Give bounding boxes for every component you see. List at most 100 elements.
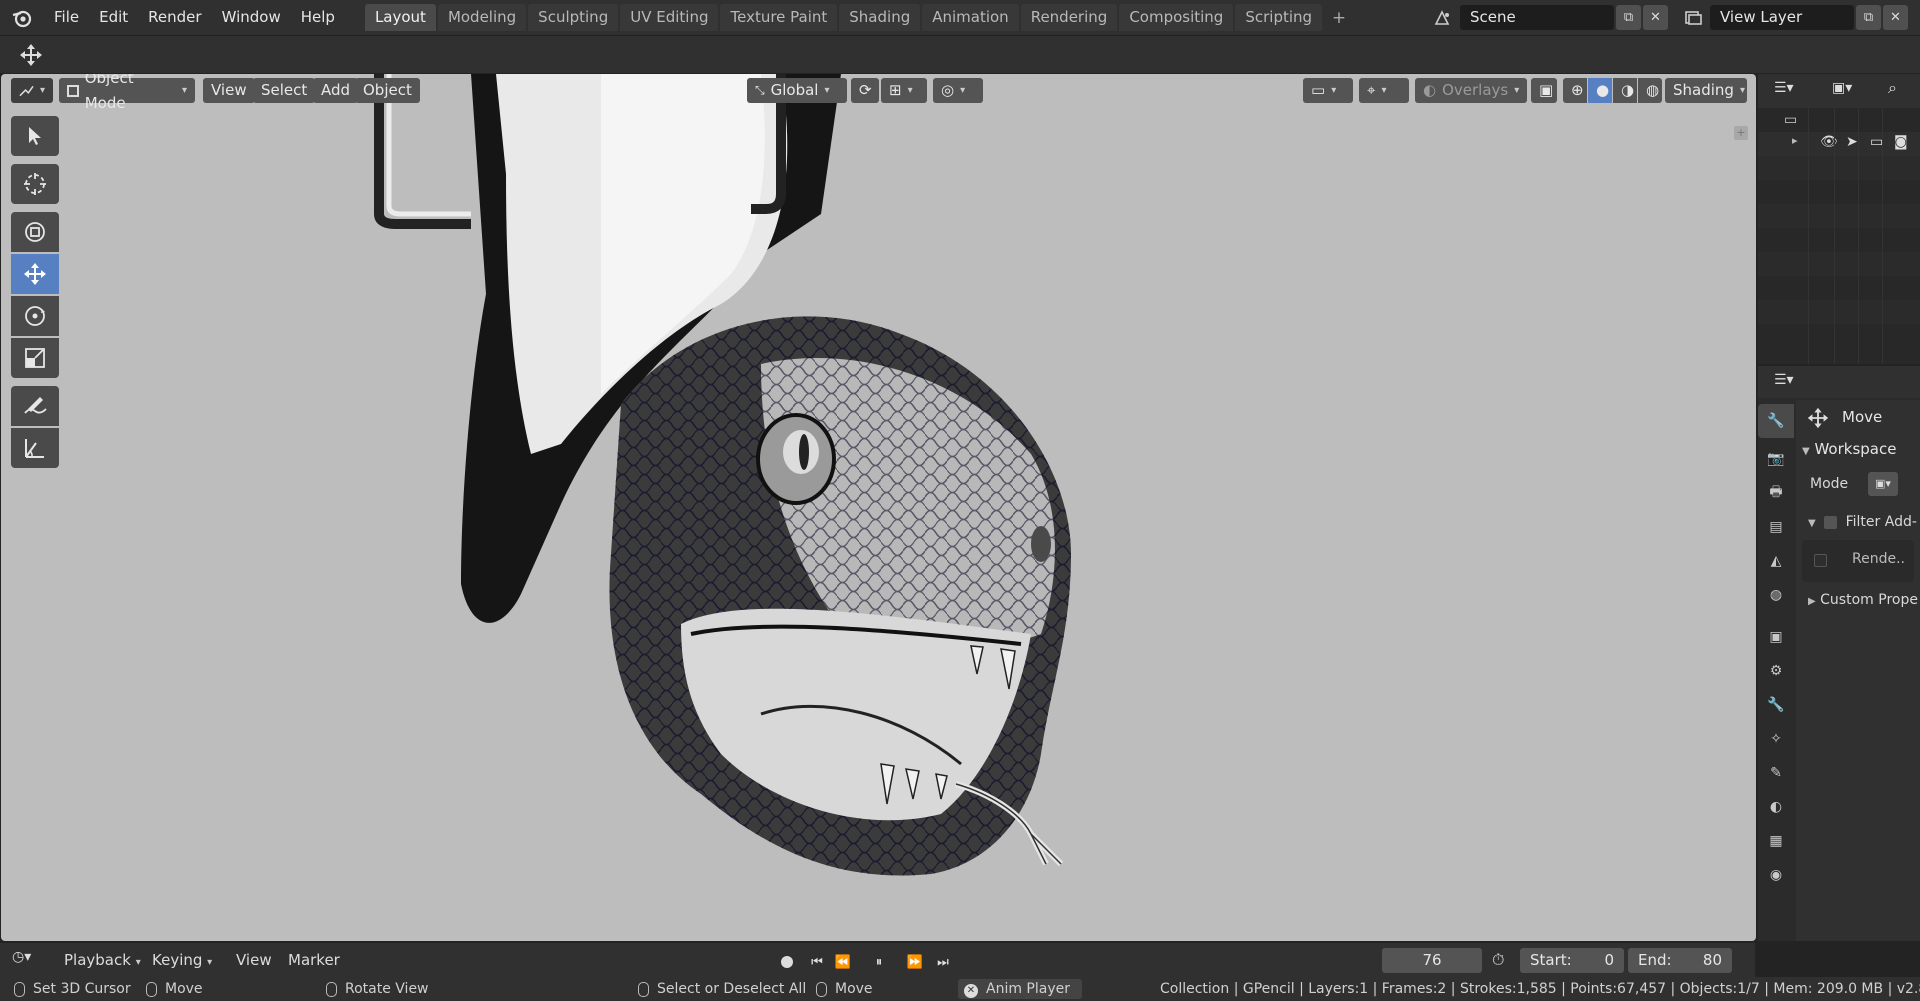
tab-uv-editing[interactable]: UV Editing [620, 4, 719, 31]
overlays-dropdown[interactable]: ◐ Overlays ▾ [1415, 78, 1527, 103]
tab-scripting[interactable]: Scripting [1235, 4, 1323, 31]
start-frame-field[interactable]: Start: 0 [1520, 948, 1624, 973]
copy-view-layer-icon[interactable]: ⧉ [1856, 5, 1881, 30]
record-icon[interactable] [776, 951, 798, 973]
shading-dropdown[interactable]: Shading ▾ [1665, 78, 1747, 103]
gizmo-icon[interactable]: ⌖ ▾ [1359, 78, 1409, 103]
workspace-panel-header[interactable]: ▼ Workspace [1802, 440, 1896, 458]
filter-icon[interactable]: ▣▾ [1832, 80, 1852, 96]
playback-menu[interactable]: Playback ▾ [64, 943, 141, 977]
render-checkbox[interactable] [1814, 554, 1827, 567]
end-frame-field[interactable]: End: 80 [1628, 948, 1732, 973]
jump-start-icon[interactable]: ⏮ [806, 951, 828, 973]
snap-icon[interactable]: ⊞ ▾ [881, 78, 927, 103]
tab-rendering[interactable]: Rendering [1020, 4, 1118, 31]
custom-props-panel-header[interactable]: ▶ Custom Prope [1808, 592, 1918, 608]
move-tool-button[interactable] [11, 254, 59, 294]
menu-render[interactable]: Render [138, 0, 211, 35]
camera-icon[interactable]: ◙ [1894, 134, 1908, 150]
jump-keyframe-forward-icon[interactable]: ⏩ [904, 951, 926, 973]
menu-file[interactable]: File [44, 0, 89, 35]
blender-logo-icon[interactable] [0, 0, 44, 35]
select-arrow-icon[interactable]: ➤ [1846, 134, 1858, 150]
cursor-tool-icon[interactable] [11, 164, 59, 204]
scene-tab-icon[interactable]: ◭ [1758, 544, 1794, 578]
expand-arrow-icon[interactable]: ▸ [1792, 134, 1798, 147]
pause-icon[interactable]: ⏸ [868, 951, 890, 973]
scene-name-field[interactable]: Scene [1460, 5, 1614, 30]
mode-dropdown[interactable]: Object Mode ▾ [59, 74, 195, 112]
select-tool-icon[interactable] [11, 116, 59, 156]
texture-tab-icon[interactable]: ▦ [1758, 824, 1794, 858]
marker-menu[interactable]: Marker [288, 943, 340, 977]
properties-editor-icon[interactable]: ☰▾ [1774, 372, 1794, 388]
close-view-layer-icon[interactable]: ✕ [1883, 5, 1908, 30]
move-tool-icon[interactable] [16, 42, 46, 68]
filter-addons-row[interactable]: ▼ Filter Add- [1808, 514, 1917, 530]
filter-checkbox[interactable] [1824, 515, 1838, 529]
tab-compositing[interactable]: Compositing [1119, 4, 1234, 31]
render-tab-icon[interactable]: 📷 [1758, 442, 1794, 476]
jump-keyframe-back-icon[interactable]: ⏪ [832, 951, 854, 973]
keying-menu[interactable]: Keying ▾ [152, 943, 212, 977]
view-layer-icon[interactable] [1676, 5, 1710, 30]
search-icon[interactable]: ⌕ [1888, 78, 1897, 98]
outliner-row-collection[interactable]: ▸ 👁 ➤ ▭ ◙ [1758, 132, 1920, 156]
viewport-menu-add[interactable]: Add [313, 78, 359, 103]
tab-layout[interactable]: Layout [364, 4, 436, 31]
constraints-tab-icon[interactable]: ⚙ [1758, 654, 1794, 688]
view-layer-field[interactable]: View Layer [1710, 5, 1854, 30]
editor-type-icon[interactable]: ▾ [11, 78, 53, 103]
rotate-tool-icon[interactable] [11, 296, 59, 336]
pivot-icon[interactable]: ⟳ [851, 78, 879, 103]
copy-scene-icon[interactable]: ⧉ [1616, 5, 1641, 30]
viewport-menu-object[interactable]: Object [355, 78, 420, 103]
current-frame-field[interactable]: 76 [1382, 948, 1482, 973]
viewport-menu-view[interactable]: View [203, 78, 255, 103]
transform-tool-icon[interactable] [11, 212, 59, 252]
physics-tab-icon[interactable]: ✎ [1758, 756, 1794, 790]
material-tab-icon[interactable]: ◐ [1758, 790, 1794, 824]
menu-edit[interactable]: Edit [89, 0, 138, 35]
tool-tab-icon[interactable]: 🔧 [1758, 404, 1794, 438]
tab-texture-paint[interactable]: Texture Paint [720, 4, 838, 31]
display-mode-icon[interactable]: ☰▾ [1774, 80, 1794, 96]
stopwatch-icon[interactable]: ⏱ [1492, 950, 1504, 970]
menu-window[interactable]: Window [212, 0, 291, 35]
tab-animation[interactable]: Animation [922, 4, 1019, 31]
sidebar-toggle-icon[interactable]: + [1734, 126, 1748, 140]
rendered-shading-icon[interactable]: ◍ [1638, 78, 1662, 103]
3d-viewport[interactable]: ▾ Object Mode ▾ View Select Add Object ⤡ … [1, 74, 1756, 941]
jump-end-icon[interactable]: ⏭ [932, 951, 954, 973]
tab-shading[interactable]: Shading [839, 4, 921, 31]
view-object-types-icon[interactable]: ▭ ▾ [1303, 78, 1353, 103]
measure-tool-icon[interactable] [11, 428, 59, 468]
modifiers-tab-icon[interactable]: 🔧 [1758, 688, 1794, 722]
world-tab-icon[interactable]: ◍ [1758, 578, 1794, 612]
view-layer-tab-icon[interactable]: ▤ [1758, 510, 1794, 544]
scene-icon[interactable] [1426, 5, 1460, 30]
anim-player-indicator[interactable]: ✕ Anim Player [958, 979, 1082, 999]
transform-orientation-dropdown[interactable]: ⤡ Global ▾ [747, 78, 847, 103]
tab-sculpting[interactable]: Sculpting [528, 4, 619, 31]
timeline-editor-icon[interactable]: ◷▾ [12, 949, 52, 971]
close-scene-icon[interactable]: ✕ [1643, 5, 1668, 30]
scale-tool-icon[interactable] [11, 338, 59, 378]
particles-tab-icon[interactable]: ✧ [1758, 722, 1794, 756]
proportional-edit-icon[interactable]: ◎ ▾ [933, 78, 983, 103]
material-shading-icon[interactable]: ◑ [1613, 78, 1637, 103]
tab-modeling[interactable]: Modeling [437, 4, 527, 31]
solid-shading-icon[interactable]: ● [1588, 78, 1612, 103]
viewport-menu-select[interactable]: Select [253, 78, 316, 103]
annotate-tool-icon[interactable] [11, 386, 59, 426]
object-tab-icon[interactable]: ▣ [1758, 620, 1794, 654]
mode-select[interactable]: ▣▾ [1868, 472, 1898, 496]
eye-icon[interactable]: 👁 [1820, 134, 1838, 150]
wireframe-shading-icon[interactable]: ⊕ [1563, 78, 1587, 103]
output-tab-icon[interactable]: 🖶 [1758, 476, 1794, 510]
timeline-view-menu[interactable]: View [236, 943, 272, 977]
constraints2-tab-icon[interactable]: ◉ [1758, 858, 1794, 892]
add-workspace-button[interactable]: + [1328, 7, 1350, 29]
menu-help[interactable]: Help [291, 0, 345, 35]
xray-icon[interactable]: ▣ [1531, 78, 1557, 103]
